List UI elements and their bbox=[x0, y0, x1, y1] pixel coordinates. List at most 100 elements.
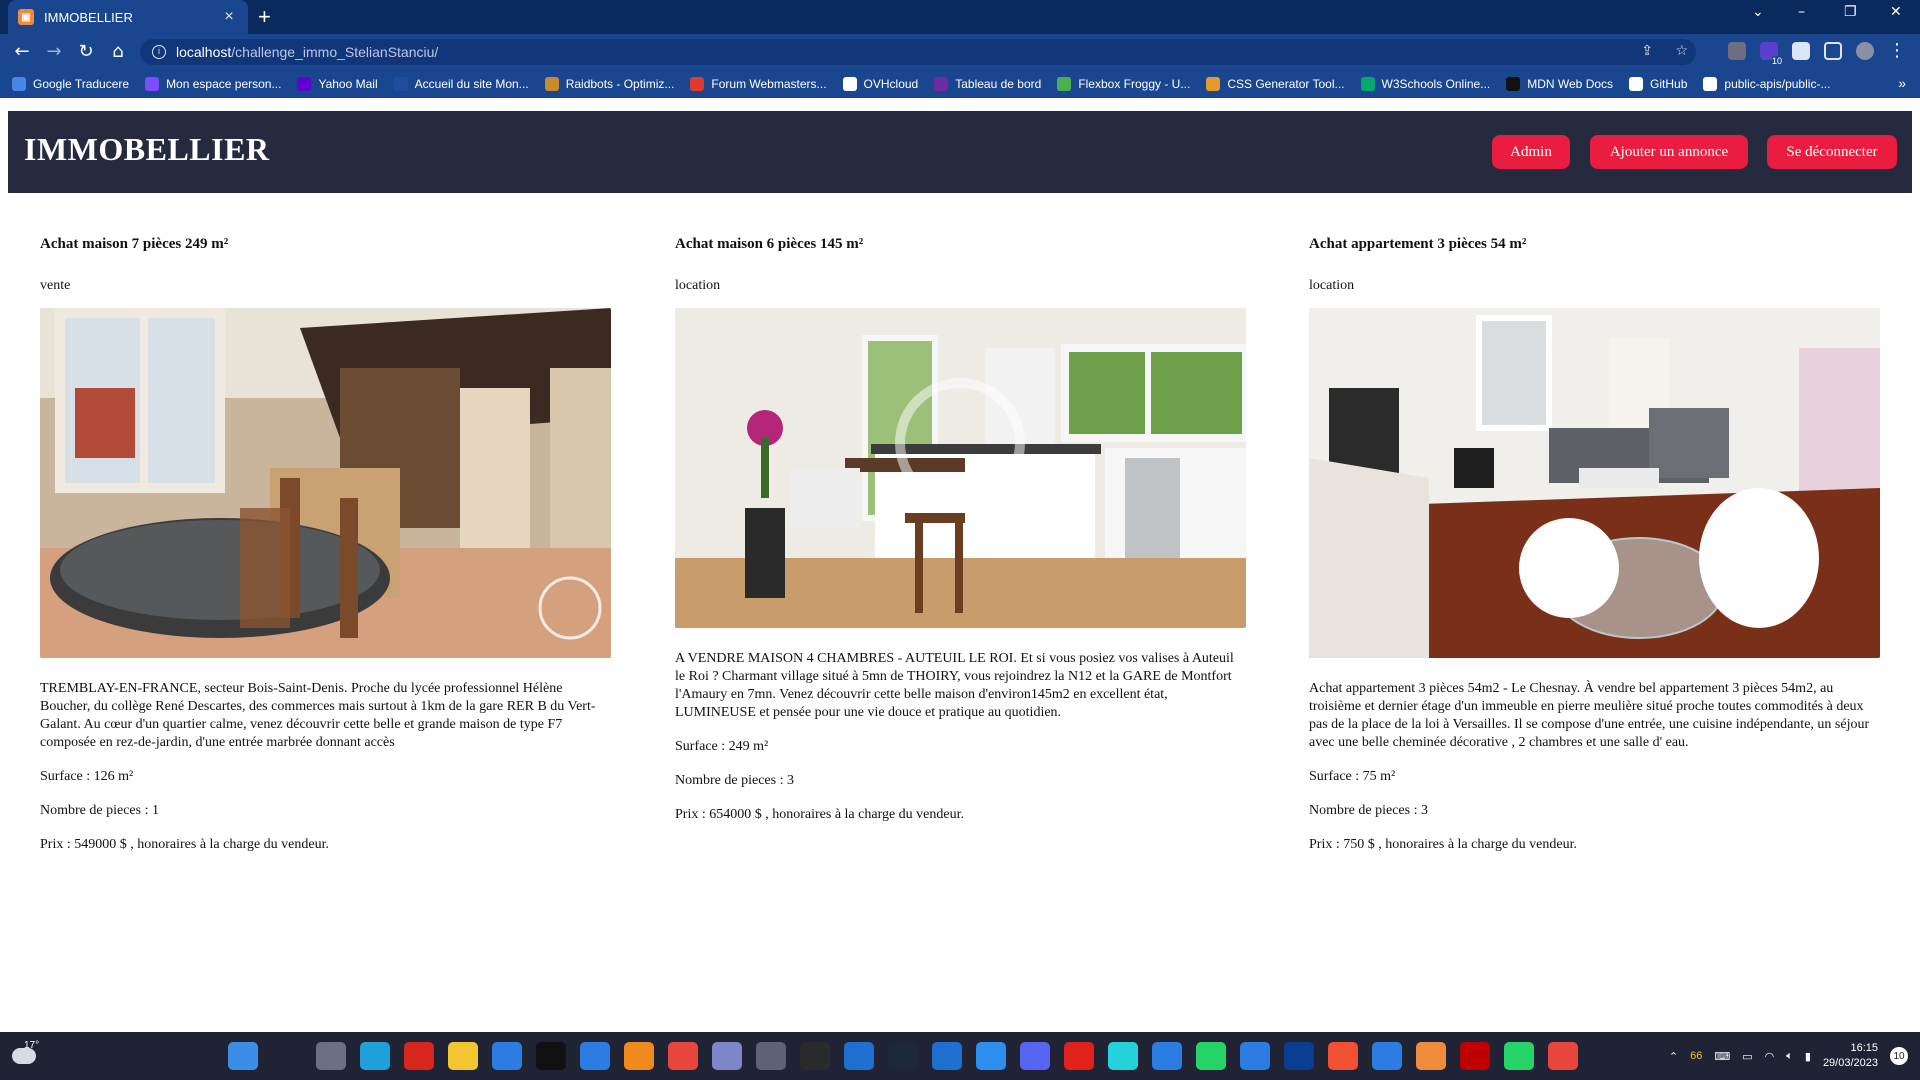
chrome-icon[interactable] bbox=[668, 1042, 698, 1070]
browser-tab-active[interactable]: ▣ IMMOBELLIER × bbox=[8, 0, 248, 34]
clock-time: 16:15 bbox=[1850, 1042, 1878, 1054]
bookmark-label: GitHub bbox=[1650, 77, 1688, 91]
search-icon[interactable] bbox=[272, 1042, 302, 1070]
display-icon[interactable]: ▭ bbox=[1742, 1050, 1752, 1063]
bookmark-item[interactable]: MDN Web Docs bbox=[1506, 77, 1613, 91]
bookmark-item[interactable]: Tableau de bord bbox=[934, 77, 1041, 91]
steam-icon[interactable] bbox=[888, 1042, 918, 1070]
kebab-menu-icon[interactable]: ⋮ bbox=[1888, 40, 1906, 61]
store-icon[interactable] bbox=[492, 1042, 522, 1070]
bookmark-item[interactable]: Forum Webmasters... bbox=[690, 77, 827, 91]
bookmark-favicon-icon bbox=[1206, 77, 1221, 91]
game-icon[interactable] bbox=[800, 1042, 830, 1070]
site-info-icon[interactable]: i bbox=[152, 45, 166, 59]
url-path: /challenge_immo_StelianStanciu/ bbox=[231, 44, 439, 60]
add-listing-button[interactable]: Ajouter un annonce bbox=[1590, 135, 1748, 169]
git-icon[interactable] bbox=[1328, 1042, 1358, 1070]
chrome-active-icon[interactable] bbox=[1548, 1042, 1578, 1070]
extension-icons: 10 bbox=[1728, 42, 1874, 66]
bookmark-label: W3Schools Online... bbox=[1381, 77, 1491, 91]
bookmark-item[interactable]: Yahoo Mail bbox=[297, 77, 378, 91]
task-view-icon[interactable] bbox=[316, 1042, 346, 1070]
star-icon[interactable]: ☆ bbox=[1675, 43, 1688, 59]
listing-price: Prix : 750 $ , honoraires à la charge du… bbox=[1309, 837, 1578, 852]
bookmark-item[interactable]: Accueil du site Mon... bbox=[393, 77, 529, 91]
bookmark-item[interactable]: Raidbots - Optimiz... bbox=[544, 77, 674, 91]
profile-avatar-icon[interactable] bbox=[1856, 42, 1874, 60]
side-panel-icon[interactable] bbox=[1824, 42, 1842, 60]
extension-tool-icon[interactable] bbox=[1728, 42, 1746, 60]
clock-date: 29/03/2023 bbox=[1822, 1057, 1878, 1069]
vscode-icon[interactable] bbox=[1372, 1042, 1402, 1070]
weather-widget[interactable]: 17° bbox=[12, 1040, 39, 1067]
bookmark-item[interactable]: Flexbox Froggy - U... bbox=[1057, 77, 1190, 91]
file-explorer-icon[interactable] bbox=[448, 1042, 478, 1070]
extensions-icon[interactable] bbox=[1792, 42, 1810, 60]
volume-icon[interactable]: 🔈︎ bbox=[1786, 1050, 1793, 1063]
minimize-icon[interactable]: – bbox=[1798, 4, 1805, 20]
back-arrow-icon[interactable]: ← bbox=[10, 40, 34, 64]
wifi-icon[interactable]: ◠ bbox=[1765, 1050, 1775, 1063]
start-icon[interactable] bbox=[228, 1042, 258, 1070]
bookmarks-more-icon[interactable]: » bbox=[1898, 75, 1906, 91]
forward-arrow-icon[interactable]: → bbox=[42, 40, 66, 64]
edge-icon[interactable] bbox=[360, 1042, 390, 1070]
bookmark-favicon-icon bbox=[690, 77, 705, 91]
tray-chevron-icon[interactable]: ⌃ bbox=[1669, 1050, 1678, 1063]
bookmark-favicon-icon bbox=[842, 77, 857, 91]
logout-button[interactable]: Se déconnecter bbox=[1767, 135, 1897, 169]
notification-badge[interactable]: 10 bbox=[1890, 1047, 1908, 1065]
restore-icon[interactable]: ❐ bbox=[1844, 4, 1857, 20]
tab-search-icon[interactable]: ⌄ bbox=[1752, 4, 1764, 20]
sleep-icon[interactable] bbox=[712, 1042, 742, 1070]
nrj-icon[interactable] bbox=[404, 1042, 434, 1070]
reload-icon[interactable]: ↻ bbox=[74, 40, 98, 64]
messenger-icon[interactable] bbox=[976, 1042, 1006, 1070]
listing-image-kitchen bbox=[675, 308, 1246, 628]
site-favicon-icon: ▣ bbox=[18, 9, 34, 25]
filezilla-icon[interactable] bbox=[1460, 1042, 1490, 1070]
clock[interactable]: 16:15 29/03/2023 bbox=[1823, 1041, 1878, 1071]
youtube-icon[interactable] bbox=[1064, 1042, 1094, 1070]
address-bar[interactable]: i localhost/challenge_immo_StelianStanci… bbox=[140, 39, 1696, 65]
vlc-icon[interactable] bbox=[624, 1042, 654, 1070]
xampp-icon[interactable] bbox=[1416, 1042, 1446, 1070]
discord-icon[interactable] bbox=[1020, 1042, 1050, 1070]
bookmark-favicon-icon bbox=[934, 77, 949, 91]
admin-button[interactable]: Admin bbox=[1492, 135, 1570, 169]
bookmark-item[interactable]: CSS Generator Tool... bbox=[1206, 77, 1345, 91]
whatsapp-2-icon[interactable] bbox=[1504, 1042, 1534, 1070]
listing-title: Achat appartement 3 pièces 54 m² bbox=[1309, 236, 1527, 252]
mail-icon[interactable] bbox=[1240, 1042, 1270, 1070]
bookmark-item[interactable]: W3Schools Online... bbox=[1360, 77, 1491, 91]
bookmark-item[interactable]: GitHub bbox=[1629, 77, 1687, 91]
bookmark-item[interactable]: OVHcloud bbox=[842, 77, 918, 91]
browser-tab-strip: ▣ IMMOBELLIER × + ⌄ – ❐ ✕ bbox=[0, 0, 1920, 34]
nc-icon[interactable] bbox=[1284, 1042, 1314, 1070]
tab-close-icon[interactable]: × bbox=[220, 8, 238, 26]
close-window-icon[interactable]: ✕ bbox=[1890, 4, 1902, 20]
new-tab-button[interactable]: + bbox=[258, 5, 271, 29]
calendar-icon[interactable] bbox=[1152, 1042, 1182, 1070]
amazon-music-icon[interactable] bbox=[1108, 1042, 1138, 1070]
url-host: localhost bbox=[176, 44, 232, 60]
keyboard-icon[interactable]: ⌨ bbox=[1714, 1050, 1730, 1063]
camera-icon[interactable] bbox=[756, 1042, 786, 1070]
bookmark-item[interactable]: public-apis/public-... bbox=[1703, 77, 1830, 91]
netflix-icon[interactable] bbox=[536, 1042, 566, 1070]
listing-type: location bbox=[675, 278, 721, 293]
site-logo[interactable]: IMMOBELLIER bbox=[24, 131, 270, 168]
tray-counter[interactable]: 66 bbox=[1690, 1050, 1702, 1062]
home-icon[interactable]: ⌂ bbox=[106, 40, 130, 64]
bookmark-item[interactable]: Google Traducere bbox=[12, 77, 129, 91]
battery-icon[interactable]: ▮ bbox=[1805, 1050, 1811, 1063]
bookmark-favicon-icon bbox=[1506, 77, 1521, 91]
todo-icon[interactable] bbox=[580, 1042, 610, 1070]
extension-badge-icon[interactable]: 10 bbox=[1760, 42, 1782, 66]
share-icon[interactable]: ⇪ bbox=[1641, 43, 1653, 59]
whatsapp-icon[interactable] bbox=[1196, 1042, 1226, 1070]
prime-icon[interactable] bbox=[844, 1042, 874, 1070]
listing-type: vente bbox=[40, 278, 71, 293]
prime-video-icon[interactable] bbox=[932, 1042, 962, 1070]
bookmark-item[interactable]: Mon espace person... bbox=[145, 77, 281, 91]
